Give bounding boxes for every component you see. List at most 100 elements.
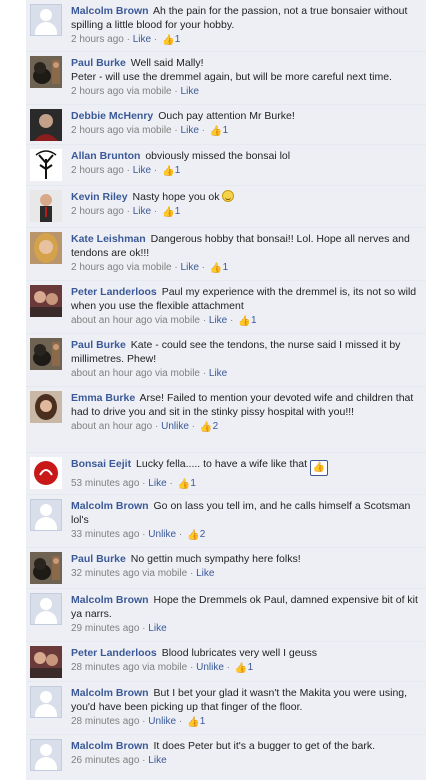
timestamp[interactable]: 29 minutes ago	[71, 623, 139, 634]
avatar[interactable]	[30, 232, 62, 264]
like-link[interactable]: Like	[181, 262, 199, 273]
like-link[interactable]: Like	[133, 34, 151, 45]
like-link[interactable]: Like	[148, 755, 166, 766]
person-photo	[30, 190, 62, 222]
comment-text: No gettin much sympathy here folks!	[130, 553, 301, 565]
timestamp[interactable]: 53 minutes ago	[71, 478, 139, 489]
author-link[interactable]: Emma Burke	[71, 392, 135, 404]
separator: ·	[178, 716, 183, 727]
avatar[interactable]	[30, 686, 62, 718]
timestamp[interactable]: about an hour ago via mobile	[71, 368, 200, 379]
avatar[interactable]	[30, 285, 62, 317]
like-link[interactable]: Like	[209, 368, 227, 379]
like-link[interactable]: Like	[133, 165, 151, 176]
like-count[interactable]: 1	[223, 125, 229, 136]
author-link[interactable]: Paul Burke	[71, 339, 126, 351]
comment-text: Lucky fella..... to have a wife like tha…	[136, 458, 308, 470]
like-count[interactable]: 1	[248, 662, 254, 673]
timestamp[interactable]: 2 hours ago via mobile	[71, 262, 172, 273]
separator: ·	[142, 716, 146, 727]
separator: ·	[201, 262, 206, 273]
author-link[interactable]: Peter Landerloos	[71, 286, 157, 298]
like-count[interactable]: 1	[175, 34, 181, 45]
timestamp[interactable]: 2 hours ago	[71, 206, 124, 217]
comment: Malcolm Brown But I bet your glad it was…	[26, 682, 426, 735]
comment: Debbie McHenry Ouch pay attention Mr Bur…	[26, 105, 426, 145]
author-link[interactable]: Malcolm Brown	[71, 500, 149, 512]
like-count[interactable]: 1	[200, 716, 206, 727]
comment: Paul Burke No gettin much sympathy here …	[26, 548, 426, 589]
like-count[interactable]: 1	[223, 262, 229, 273]
author-link[interactable]: Kate Leishman	[71, 233, 146, 245]
separator: ·	[230, 315, 234, 326]
comment: Bonsai Eejit Lucky fella..... to have a …	[26, 453, 426, 495]
like-link[interactable]: Like	[148, 478, 166, 489]
separator: ·	[126, 206, 130, 217]
thumbs-up-icon: 👍	[234, 663, 248, 674]
like-count[interactable]: 2	[213, 421, 219, 432]
author-link[interactable]: Peter Landerloos	[71, 647, 157, 659]
unlike-link[interactable]: Unlike	[196, 662, 224, 673]
comment: Malcolm Brown It does Peter but it's a b…	[26, 735, 426, 779]
author-link[interactable]: Paul Burke	[71, 57, 126, 69]
timestamp[interactable]: about an hour ago	[71, 421, 152, 432]
avatar[interactable]	[30, 391, 62, 423]
unlike-link[interactable]: Unlike	[148, 716, 176, 727]
avatar[interactable]	[30, 646, 62, 678]
avatar[interactable]	[30, 593, 62, 625]
author-link[interactable]: Malcolm Brown	[71, 687, 149, 699]
avatar[interactable]	[30, 109, 62, 141]
person-photo	[30, 232, 62, 264]
timestamp[interactable]: 32 minutes ago via mobile	[71, 568, 187, 579]
like-link[interactable]: Like	[148, 623, 166, 634]
separator: ·	[126, 34, 130, 45]
comment: Malcolm Brown Go on lass you tell im, an…	[26, 495, 426, 548]
like-link[interactable]: Like	[133, 206, 151, 217]
like-link[interactable]: Like	[181, 125, 199, 136]
author-link[interactable]: Bonsai Eejit	[71, 458, 131, 470]
separator: ·	[154, 421, 159, 432]
author-link[interactable]: Debbie McHenry	[71, 110, 153, 122]
timestamp[interactable]: 2 hours ago via mobile	[71, 125, 172, 136]
separator: ·	[226, 662, 231, 673]
separator: ·	[142, 529, 146, 540]
author-link[interactable]: Malcolm Brown	[71, 594, 149, 606]
author-link[interactable]: Malcolm Brown	[71, 5, 149, 17]
author-link[interactable]: Kevin Riley	[71, 191, 128, 203]
timestamp[interactable]: about an hour ago via mobile	[71, 315, 200, 326]
separator: ·	[191, 421, 196, 432]
author-link[interactable]: Paul Burke	[71, 553, 126, 565]
like-count[interactable]: 1	[175, 165, 181, 176]
timestamp[interactable]: 2 hours ago	[71, 165, 124, 176]
timestamp[interactable]: 2 hours ago	[71, 34, 124, 45]
timestamp[interactable]: 2 hours ago via mobile	[71, 86, 172, 97]
avatar[interactable]	[30, 552, 62, 584]
avatar[interactable]	[30, 4, 62, 36]
avatar[interactable]	[30, 149, 62, 181]
comment-text: Nasty hope you ok	[132, 191, 220, 203]
like-link[interactable]: Like	[209, 315, 227, 326]
timestamp[interactable]: 26 minutes ago	[71, 755, 139, 766]
avatar[interactable]	[30, 56, 62, 88]
avatar[interactable]	[30, 338, 62, 370]
unlike-link[interactable]: Unlike	[161, 421, 189, 432]
separator: ·	[126, 165, 130, 176]
timestamp[interactable]: 28 minutes ago via mobile	[71, 662, 187, 673]
like-count[interactable]: 1	[175, 206, 181, 217]
thumbs-up-icon: 👍	[209, 263, 223, 274]
avatar[interactable]	[30, 190, 62, 222]
timestamp[interactable]: 28 minutes ago	[71, 716, 139, 727]
avatar[interactable]	[30, 739, 62, 771]
author-link[interactable]: Malcolm Brown	[71, 740, 149, 752]
like-link[interactable]: Like	[181, 86, 199, 97]
timestamp[interactable]: 33 minutes ago	[71, 529, 139, 540]
author-link[interactable]: Allan Brunton	[71, 150, 140, 162]
thumbs-up-icon: 👍	[162, 35, 175, 46]
avatar[interactable]	[30, 457, 62, 489]
like-count[interactable]: 1	[251, 315, 257, 326]
unlike-link[interactable]: Unlike	[148, 529, 176, 540]
avatar[interactable]	[30, 499, 62, 531]
like-count[interactable]: 1	[190, 478, 196, 489]
like-count[interactable]: 2	[200, 529, 206, 540]
like-link[interactable]: Like	[196, 568, 214, 579]
